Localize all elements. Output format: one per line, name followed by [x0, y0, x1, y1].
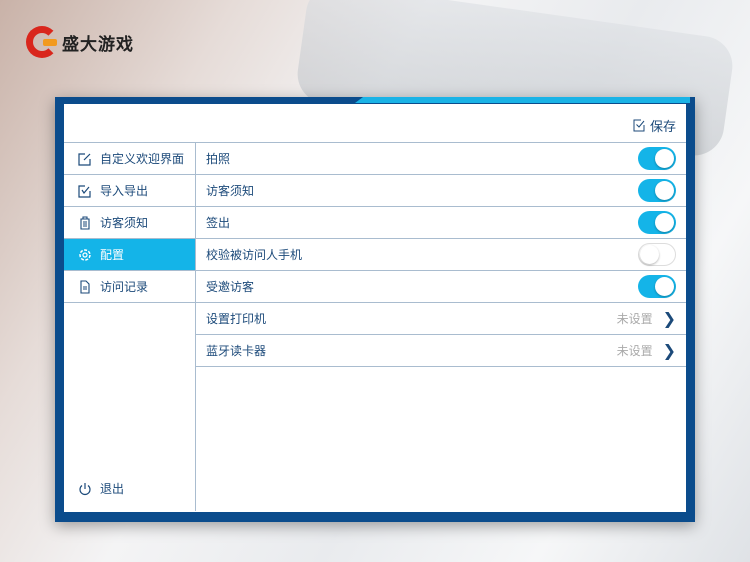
settings-panel: 保存 自定义欢迎界面 导入导出 访客须知 配置 访问记录 退出 拍照 访客须知 … — [55, 97, 695, 522]
setting-label: 校验被访问人手机 — [206, 248, 303, 262]
setting-row-signout: 签出 — [196, 207, 686, 239]
sidebar-item-label: 访问记录 — [100, 280, 149, 294]
verify-phone-toggle[interactable] — [638, 243, 676, 266]
chevron-right-icon: ❯ — [662, 309, 676, 328]
sidebar-item-welcome[interactable]: 自定义欢迎界面 — [64, 143, 195, 175]
signout-toggle[interactable] — [638, 211, 676, 234]
setting-row-photo: 拍照 — [196, 143, 686, 175]
checkbox-icon — [633, 119, 645, 132]
sidebar-item-records[interactable]: 访问记录 — [64, 271, 195, 303]
sidebar-item-label: 配置 — [100, 248, 125, 262]
sidebar-item-label: 自定义欢迎界面 — [100, 152, 185, 166]
exit-label: 退出 — [100, 482, 125, 496]
setting-row-printer[interactable]: 设置打印机 未设置 ❯ — [196, 303, 686, 335]
setting-value: 未设置 — [616, 344, 653, 358]
sidebar-item-label: 导入导出 — [100, 184, 149, 198]
setting-value: 未设置 — [616, 312, 653, 326]
setting-label: 设置打印机 — [206, 312, 267, 326]
setting-label: 拍照 — [206, 152, 231, 166]
chevron-right-icon: ❯ — [662, 341, 676, 360]
edit-icon — [78, 152, 91, 166]
exit-button[interactable]: 退出 — [78, 480, 124, 497]
setting-label: 访客须知 — [206, 184, 255, 198]
gear-icon — [79, 248, 91, 261]
document-icon — [80, 279, 90, 294]
sidebar-item-label: 访客须知 — [100, 216, 149, 230]
sidebar-item-import-export[interactable]: 导入导出 — [64, 175, 195, 207]
logo-g-icon — [26, 26, 58, 58]
setting-row-invited: 受邀访客 — [196, 271, 686, 303]
save-label: 保存 — [649, 120, 676, 135]
sidebar-item-notice[interactable]: 访客须知 — [64, 207, 195, 239]
setting-label: 蓝牙读卡器 — [206, 344, 267, 358]
photo-toggle[interactable] — [638, 147, 676, 170]
sidebar: 自定义欢迎界面 导入导出 访客须知 配置 访问记录 退出 — [64, 143, 196, 511]
setting-row-verify-phone: 校验被访问人手机 — [196, 239, 686, 271]
settings-list: 拍照 访客须知 签出 校验被访问人手机 受邀访客 设置打印机 未设置 ❯ 蓝牙读卡器… — [196, 143, 686, 511]
notice-toggle[interactable] — [638, 179, 676, 202]
brand-logo: 盛大游戏 — [26, 26, 134, 58]
setting-label: 签出 — [206, 216, 231, 230]
save-button[interactable]: 保存 — [633, 116, 676, 135]
import-export-icon — [78, 184, 91, 198]
setting-row-card-reader[interactable]: 蓝牙读卡器 未设置 ❯ — [196, 335, 686, 367]
setting-row-notice: 访客须知 — [196, 175, 686, 207]
logo-text: 盛大游戏 — [62, 34, 134, 55]
setting-label: 受邀访客 — [206, 280, 255, 294]
sidebar-item-config[interactable]: 配置 — [64, 239, 195, 271]
notice-icon — [80, 215, 90, 230]
accent-stripe — [355, 97, 690, 103]
invited-toggle[interactable] — [638, 275, 676, 298]
power-icon — [79, 482, 91, 495]
panel-header: 保存 — [64, 104, 686, 143]
